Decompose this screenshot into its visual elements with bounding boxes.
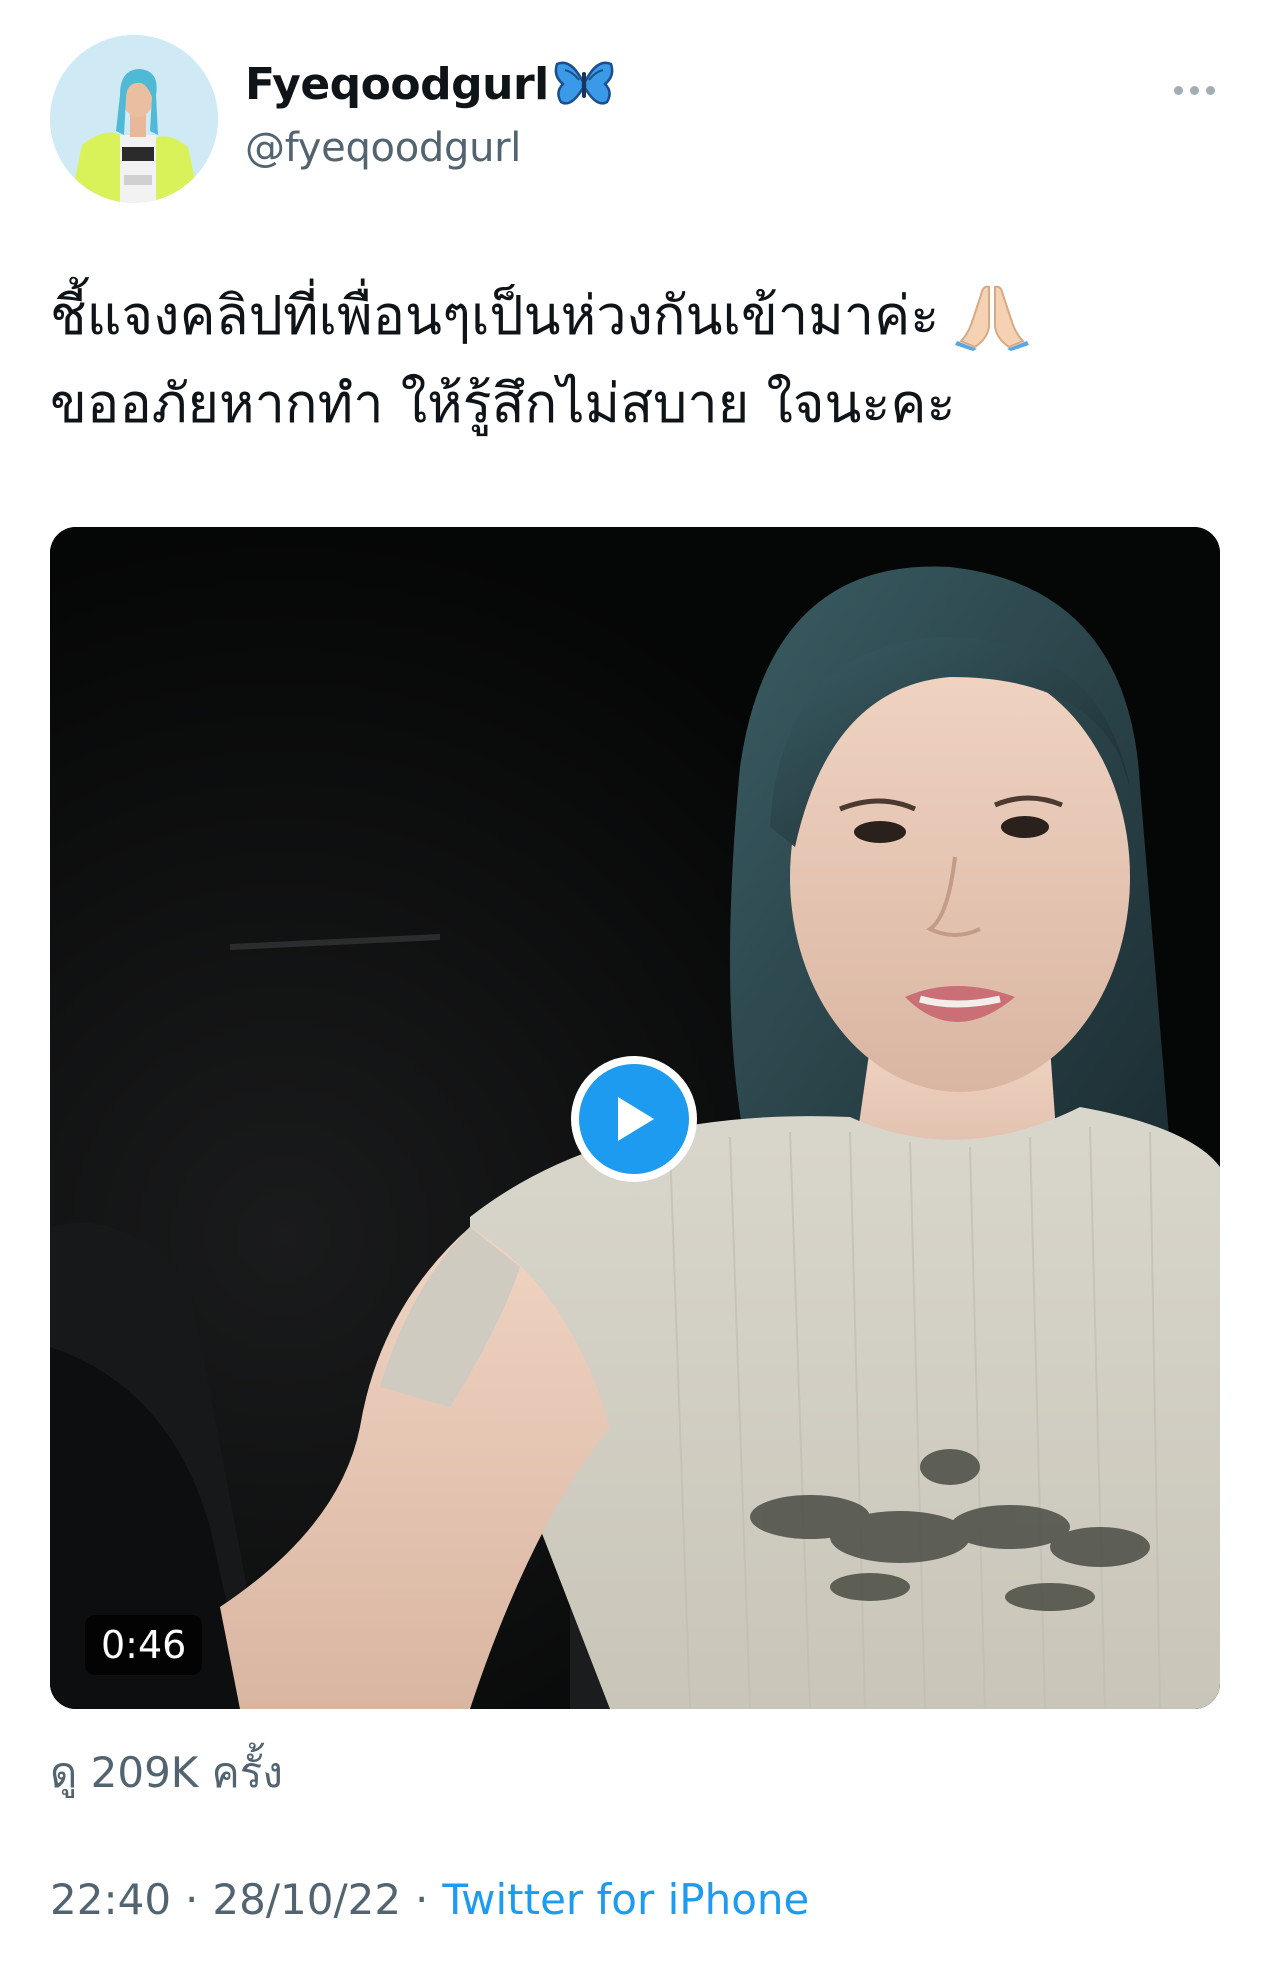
more-dot [1189,85,1199,95]
more-dot [1173,85,1183,95]
butterfly-icon [553,58,615,110]
avatar[interactable] [50,35,218,203]
play-icon [618,1097,654,1141]
tweet-text: ชี้แจงคลิปที่เพื่อนๆเป็นห่วงกันเข้ามาค่ะ… [50,272,1230,448]
display-name[interactable]: Fyeqoodgurl [245,59,549,110]
meta-separator: · [415,1875,429,1924]
tweet-meta: 22:40 · 28/10/22 · Twitter for iPhone [50,1875,809,1924]
handle[interactable]: @fyeqoodgurl [245,125,521,171]
video-duration-badge: 0:46 [85,1615,203,1675]
display-name-row[interactable]: Fyeqoodgurl [245,58,615,110]
tweet-text-line: ชี้แจงคลิปที่เพื่อนๆเป็นห่วงกันเข้ามาค่ะ [50,272,1230,360]
tweet-text-line-2: ขออภัยหากทำ ให้รู้สึกไม่สบาย ใจนะคะ [50,372,956,435]
source-link[interactable]: Twitter for iPhone [442,1875,809,1924]
tweet-text-line: ขออภัยหากทำ ให้รู้สึกไม่สบาย ใจนะคะ [50,360,1230,448]
meta-separator: · [185,1875,199,1924]
video-player[interactable]: 0:46 [50,527,1220,1709]
folded-hands-icon [953,281,1031,351]
play-button-inner [579,1064,689,1174]
more-options-button[interactable] [1166,70,1222,110]
tweet-date[interactable]: 28/10/22 [212,1875,401,1924]
avatar-photo [50,35,218,203]
play-button[interactable] [571,1056,697,1182]
tweet-time[interactable]: 22:40 [50,1875,171,1924]
tweet-card: Fyeqoodgurl @fyeqoodgurl ชี้แจงคลิปที่เพ… [0,0,1280,1976]
view-count: ดู 209K ครั้ง [50,1748,283,1797]
more-dot [1205,85,1215,95]
tweet-text-line-1: ชี้แจงคลิปที่เพื่อนๆเป็นห่วงกันเข้ามาค่ะ [50,284,940,347]
